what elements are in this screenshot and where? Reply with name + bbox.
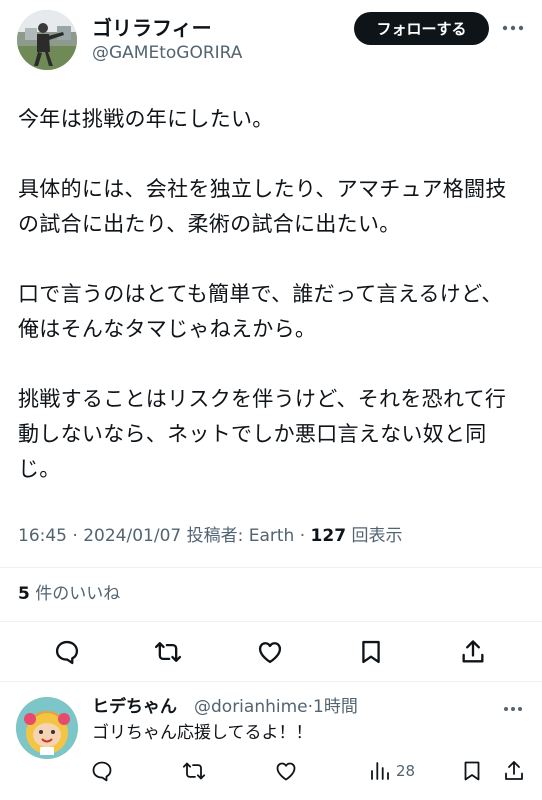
divider xyxy=(0,681,542,682)
tweet-line: 口で言うのはとても簡単で、誰だって言えるけど、 xyxy=(18,282,503,306)
retweet-icon[interactable] xyxy=(154,638,182,666)
author-name[interactable]: ゴリラフィー xyxy=(92,15,212,41)
reply-handle[interactable]: @dorianhime xyxy=(194,697,308,717)
avatar-photo xyxy=(17,10,77,70)
author-avatar[interactable] xyxy=(17,10,77,70)
reply-icon[interactable] xyxy=(53,638,81,666)
reply-author-name[interactable]: ヒデちゃん xyxy=(92,695,177,719)
tweet-line: 具体的には、会社を独立したり、アマチュア格闘技 xyxy=(18,177,507,201)
share-icon[interactable] xyxy=(502,759,526,783)
reply-icon[interactable] xyxy=(90,759,114,783)
reply-author-avatar[interactable] xyxy=(16,697,78,759)
retweet-icon[interactable] xyxy=(182,759,206,783)
reply-views-count: 28 xyxy=(396,762,416,780)
divider xyxy=(0,621,542,622)
views-icon[interactable] xyxy=(368,759,392,783)
views-count: 127 xyxy=(310,526,347,546)
reply-author-handle-time: @dorianhime·1時間 xyxy=(194,695,358,719)
tweet-time[interactable]: 16:45 xyxy=(18,526,67,546)
meta-separator: · xyxy=(67,526,84,546)
follow-button[interactable]: フォローする xyxy=(354,12,489,45)
tweet-line: の試合に出たり、柔術の試合に出たい。 xyxy=(18,212,401,236)
bookmark-icon[interactable] xyxy=(460,759,484,783)
share-icon[interactable] xyxy=(459,638,487,666)
likes-count: 5 xyxy=(18,584,30,604)
author-handle[interactable]: @GAMEtoGORIRA xyxy=(92,42,242,64)
more-icon[interactable] xyxy=(501,697,525,721)
tweet-line: 今年は挑戦の年にしたい。 xyxy=(18,107,274,131)
tweet-meta: 16:45 · 2024/01/07 投稿者: Earth · 127 回表示 xyxy=(18,524,402,548)
likes-label: 件のいいね xyxy=(29,584,121,604)
bookmark-icon[interactable] xyxy=(357,638,385,666)
like-icon[interactable] xyxy=(256,638,284,666)
tweet-source: 投稿者: Earth xyxy=(181,526,295,546)
views-label: 回表示 xyxy=(346,526,403,546)
more-icon[interactable] xyxy=(501,16,525,40)
divider xyxy=(0,567,542,568)
tweet-line: 俺はそんなタマじゃねえから。 xyxy=(18,317,317,341)
reply-time[interactable]: 1時間 xyxy=(313,697,358,717)
tweet-text: 今年は挑戦の年にしたい。 具体的には、会社を独立したり、アマチュア格闘技 の試合… xyxy=(18,102,530,487)
likes-link[interactable]: 5 件のいいね xyxy=(18,582,120,606)
meta-separator: · xyxy=(294,526,311,546)
avatar-illustration xyxy=(16,697,78,759)
tweet-line: 動しないなら、ネットでしか悪口言えない奴と同 xyxy=(18,422,487,446)
tweet-date[interactable]: 2024/01/07 xyxy=(83,526,181,546)
tweet-line: 挑戦することはリスクを伴うけど、それを恐れて行 xyxy=(18,387,507,411)
tweet-line: じ。 xyxy=(18,457,61,481)
like-icon[interactable] xyxy=(274,759,298,783)
reply-text: ゴリちゃん応援してるよ！！ xyxy=(92,723,313,743)
